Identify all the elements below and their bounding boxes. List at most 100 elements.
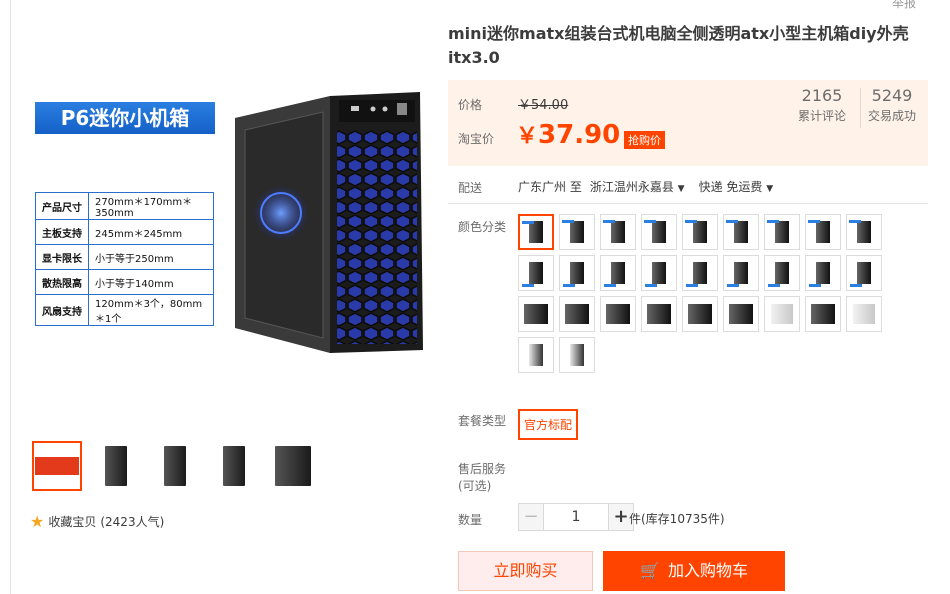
quantity-label: 数量 bbox=[458, 513, 483, 527]
color-option[interactable] bbox=[600, 296, 636, 332]
color-option[interactable] bbox=[764, 255, 800, 291]
main-product-image[interactable]: P6迷你小机箱 产品尺寸 270mm＊170mm＊350mm 主板支持 245mm＊… bbox=[25, 80, 430, 380]
spec-value: 120mm＊3个，80mm＊1个 bbox=[88, 294, 214, 326]
divider bbox=[448, 203, 928, 204]
current-price: ￥37.90 bbox=[516, 118, 620, 150]
spec-key: 散热限高 bbox=[35, 269, 89, 295]
color-option[interactable] bbox=[723, 214, 759, 250]
thumbnail-case-image bbox=[275, 446, 311, 486]
color-option[interactable] bbox=[641, 214, 677, 250]
thumbnail[interactable] bbox=[150, 441, 200, 491]
swatch-image bbox=[529, 221, 543, 243]
color-option[interactable] bbox=[559, 214, 595, 250]
color-option[interactable] bbox=[641, 255, 677, 291]
color-option[interactable] bbox=[559, 296, 595, 332]
sales-count: 5249 bbox=[871, 86, 913, 105]
review-label: 累计评论 bbox=[798, 109, 847, 123]
swatch-tag bbox=[808, 220, 820, 223]
color-option[interactable] bbox=[723, 296, 759, 332]
color-option[interactable] bbox=[846, 214, 882, 250]
ship-method-select[interactable]: 快递 免运费 ▼ bbox=[699, 178, 774, 195]
color-option[interactable] bbox=[805, 214, 841, 250]
swatch-image bbox=[524, 304, 548, 324]
swatch-tag bbox=[727, 284, 739, 287]
star-icon: ★ bbox=[30, 512, 45, 531]
thumbnail[interactable] bbox=[91, 441, 141, 491]
swatch-image bbox=[611, 262, 625, 284]
swatch-image bbox=[529, 344, 543, 366]
color-option[interactable] bbox=[723, 255, 759, 291]
color-option[interactable] bbox=[682, 214, 718, 250]
swatch-image bbox=[857, 262, 871, 284]
add-to-cart-button[interactable]: 🛒 加入购物车 bbox=[603, 551, 785, 591]
promo-badge: 抢购价 bbox=[624, 131, 665, 149]
swatch-image bbox=[529, 262, 543, 284]
ship-method-value: 快递 免运费 bbox=[698, 180, 763, 194]
color-option[interactable] bbox=[518, 255, 554, 291]
promo-price-label: 淘宝价 bbox=[458, 132, 495, 146]
add-to-cart-label: 加入购物车 bbox=[667, 561, 748, 580]
spec-row: 主板支持 245mm＊245mm bbox=[35, 219, 214, 245]
spec-value: 245mm＊245mm bbox=[88, 219, 214, 245]
swatch-image bbox=[853, 304, 875, 324]
color-option[interactable] bbox=[805, 296, 841, 332]
ship-to-select[interactable]: 浙江温州永嘉县 ▼ bbox=[590, 178, 685, 195]
color-option[interactable] bbox=[518, 337, 554, 373]
color-option[interactable] bbox=[682, 296, 718, 332]
package-label: 套餐类型 bbox=[458, 414, 507, 428]
color-option[interactable] bbox=[846, 255, 882, 291]
color-option[interactable] bbox=[559, 337, 595, 373]
color-option[interactable] bbox=[518, 214, 554, 250]
color-swatches bbox=[518, 214, 898, 373]
thumbnail[interactable] bbox=[32, 441, 82, 491]
swatch-image bbox=[811, 304, 835, 324]
pc-case-illustration bbox=[235, 92, 423, 353]
favorite-count: (2423人气) bbox=[100, 515, 165, 529]
swatch-image bbox=[570, 221, 584, 243]
color-option[interactable] bbox=[805, 255, 841, 291]
spec-key: 产品尺寸 bbox=[35, 192, 89, 220]
swatch-image bbox=[771, 304, 793, 324]
shipping-label: 配送 bbox=[458, 181, 483, 195]
swatch-tag bbox=[809, 284, 821, 287]
buy-now-button[interactable]: 立即购买 bbox=[458, 551, 593, 591]
spec-row: 显卡限长 小于等于250mm bbox=[35, 244, 214, 270]
color-option[interactable] bbox=[641, 296, 677, 332]
swatch-tag bbox=[726, 220, 738, 223]
color-option[interactable] bbox=[559, 255, 595, 291]
color-option[interactable] bbox=[764, 296, 800, 332]
color-option[interactable] bbox=[600, 214, 636, 250]
price-label: 价格 bbox=[458, 98, 483, 112]
swatch-tag bbox=[644, 220, 656, 223]
thumbnail-case-image bbox=[223, 446, 245, 486]
quantity-input[interactable]: 1 bbox=[544, 503, 608, 531]
spec-value: 小于等于140mm bbox=[88, 269, 214, 295]
product-title: mini迷你matx组装台式机电脑全侧透明atx小型主机箱diy外壳itx3.0 bbox=[448, 24, 909, 67]
color-option[interactable] bbox=[682, 255, 718, 291]
swatch-image bbox=[734, 262, 748, 284]
swatch-tag bbox=[849, 220, 861, 223]
thumbnail[interactable] bbox=[268, 441, 318, 491]
color-option[interactable] bbox=[600, 255, 636, 291]
swatch-tag bbox=[563, 284, 575, 287]
favorite-link[interactable]: ★ 收藏宝贝 (2423人气) bbox=[30, 512, 164, 531]
swatch-image bbox=[652, 262, 666, 284]
swatch-image bbox=[565, 304, 589, 324]
quantity-stepper: − 1 + bbox=[518, 503, 634, 531]
swatch-tag bbox=[522, 284, 534, 287]
package-option[interactable]: 官方标配 bbox=[518, 409, 579, 440]
swatch-tag bbox=[645, 284, 657, 287]
report-link[interactable]: 举报 bbox=[892, 0, 916, 11]
minus-button[interactable]: − bbox=[518, 503, 544, 531]
stock-text: 件(库存10735件) bbox=[629, 512, 725, 526]
color-option[interactable] bbox=[764, 214, 800, 250]
swatch-image bbox=[816, 262, 830, 284]
thumbnail[interactable] bbox=[209, 441, 259, 491]
color-label: 颜色分类 bbox=[458, 220, 507, 234]
stat-divider bbox=[860, 88, 861, 128]
left-border bbox=[10, 0, 11, 594]
color-option[interactable] bbox=[846, 296, 882, 332]
review-stat[interactable]: 2165 累计评论 bbox=[798, 86, 846, 124]
thumbnail-strip bbox=[32, 441, 318, 491]
color-option[interactable] bbox=[518, 296, 554, 332]
